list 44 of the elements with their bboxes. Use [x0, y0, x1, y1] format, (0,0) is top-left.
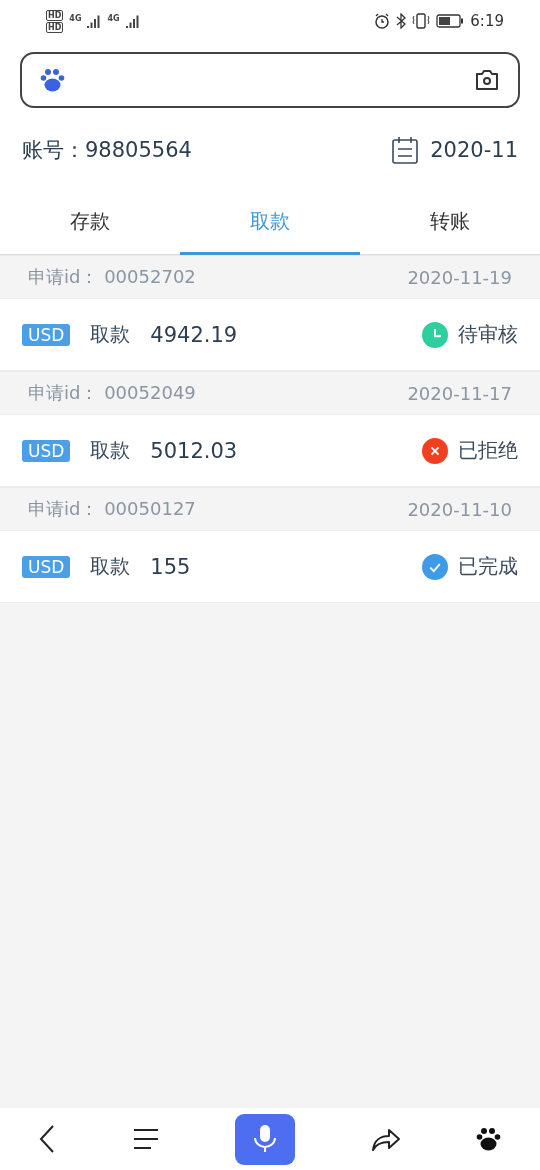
bluetooth-icon: [396, 13, 407, 29]
record-amount: 4942.19: [150, 322, 238, 347]
record-row[interactable]: USD 取款 4942.19 待审核: [0, 298, 540, 371]
request-id: 申请id： 00052049: [28, 381, 196, 405]
search-field[interactable]: [20, 52, 520, 108]
microphone-button[interactable]: [235, 1113, 295, 1165]
record-status: 待审核: [458, 321, 518, 348]
sim-label: HD: [46, 9, 64, 21]
record-type: 取款: [90, 321, 131, 348]
battery-icon: [436, 14, 465, 28]
paw-icon[interactable]: [476, 1126, 503, 1152]
tab[interactable]: 转账: [360, 192, 540, 255]
request-date: 2020-11-17: [407, 382, 512, 404]
record-type: 取款: [90, 437, 131, 464]
clock-time: 6:19: [470, 12, 504, 30]
sim-label: HD: [46, 21, 64, 33]
request-date: 2020-11-19: [407, 266, 512, 288]
share-button[interactable]: [370, 1126, 401, 1152]
record-type: 取款: [90, 553, 131, 580]
account-number: 账号：98805564: [22, 137, 192, 164]
camera-icon[interactable]: [474, 68, 500, 92]
currency-tag: USD: [22, 323, 71, 346]
calendar-icon[interactable]: [392, 136, 419, 164]
currency-tag: USD: [22, 555, 71, 578]
record-amount: 155: [150, 554, 191, 579]
month-label[interactable]: 2020-11: [430, 138, 518, 162]
record-amount: 5012.03: [150, 438, 238, 463]
network-label: 4G: [69, 14, 82, 23]
request-id: 申请id： 00052702: [28, 265, 196, 289]
alarm-icon: [374, 13, 391, 29]
request-date: 2020-11-10: [407, 498, 512, 520]
signal-icon: [125, 14, 140, 28]
signal-icon: [87, 14, 102, 28]
vibrate-icon: [412, 13, 431, 29]
record-row[interactable]: USD 取款 155 已完成: [0, 530, 540, 603]
record-status: 已完成: [458, 553, 518, 580]
request-id: 申请id： 00050127: [28, 497, 196, 521]
network-label: 4G: [107, 14, 120, 23]
record-row[interactable]: USD 取款 5012.03 已拒绝: [0, 414, 540, 487]
record-status: 已拒绝: [458, 437, 518, 464]
menu-button[interactable]: [133, 1127, 160, 1151]
microphone-icon: [253, 1124, 277, 1154]
tab[interactable]: 存款: [0, 192, 180, 255]
currency-tag: USD: [22, 439, 71, 462]
